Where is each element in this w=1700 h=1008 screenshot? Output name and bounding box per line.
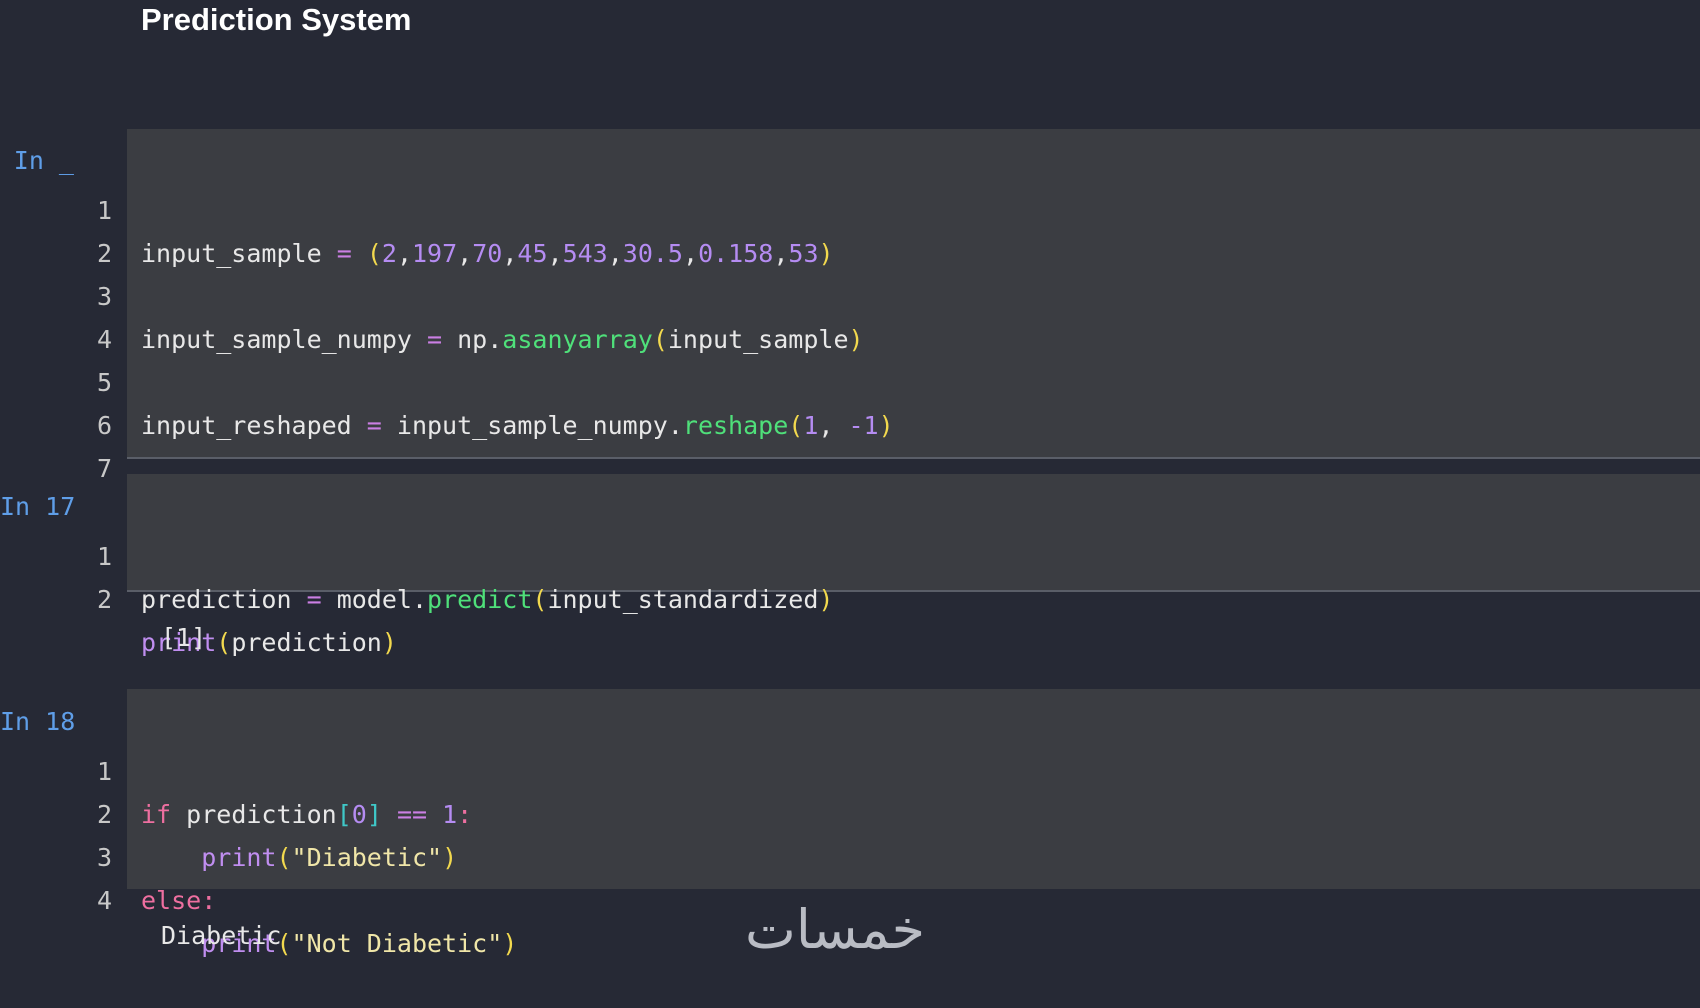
cell-output: [1] (161, 623, 207, 652)
code-line: 2 print(prediction) (0, 535, 1700, 657)
code-line: 5 input_reshaped = input_sample_numpy.re… (0, 318, 1700, 440)
watermark-logo: خمسات (745, 898, 926, 961)
code-line: 3 input_sample_numpy = np.asanyarray(inp… (0, 232, 1700, 354)
line-number: 7 (96, 454, 112, 483)
code-line: 2 print("Diabetic") (0, 750, 1700, 872)
code-text: prediction = model.predict(input_standar… (141, 585, 834, 614)
code-line: 1 if prediction[0] == 1: (0, 707, 1700, 829)
line-number: 4 (96, 886, 112, 915)
code-line: 3 else: (0, 793, 1700, 915)
page-title: Prediction System (141, 2, 412, 37)
cell-output: Diabetic (161, 921, 282, 950)
code-text: else: (141, 886, 217, 915)
code-line: 2 (0, 189, 1700, 268)
code-line: 1 prediction = model.predict(input_stand… (0, 492, 1700, 614)
code-line: 7 input_standardized = scaler.transform(… (0, 404, 1700, 526)
code-line: 1 input_sample = (2,197,70,45,543,30.5,0… (0, 146, 1700, 268)
code-line: 6 (0, 361, 1700, 440)
code-line: 4 print("Not Diabetic") (0, 836, 1700, 958)
line-number: 2 (96, 585, 112, 614)
code-line: 4 (0, 275, 1700, 354)
